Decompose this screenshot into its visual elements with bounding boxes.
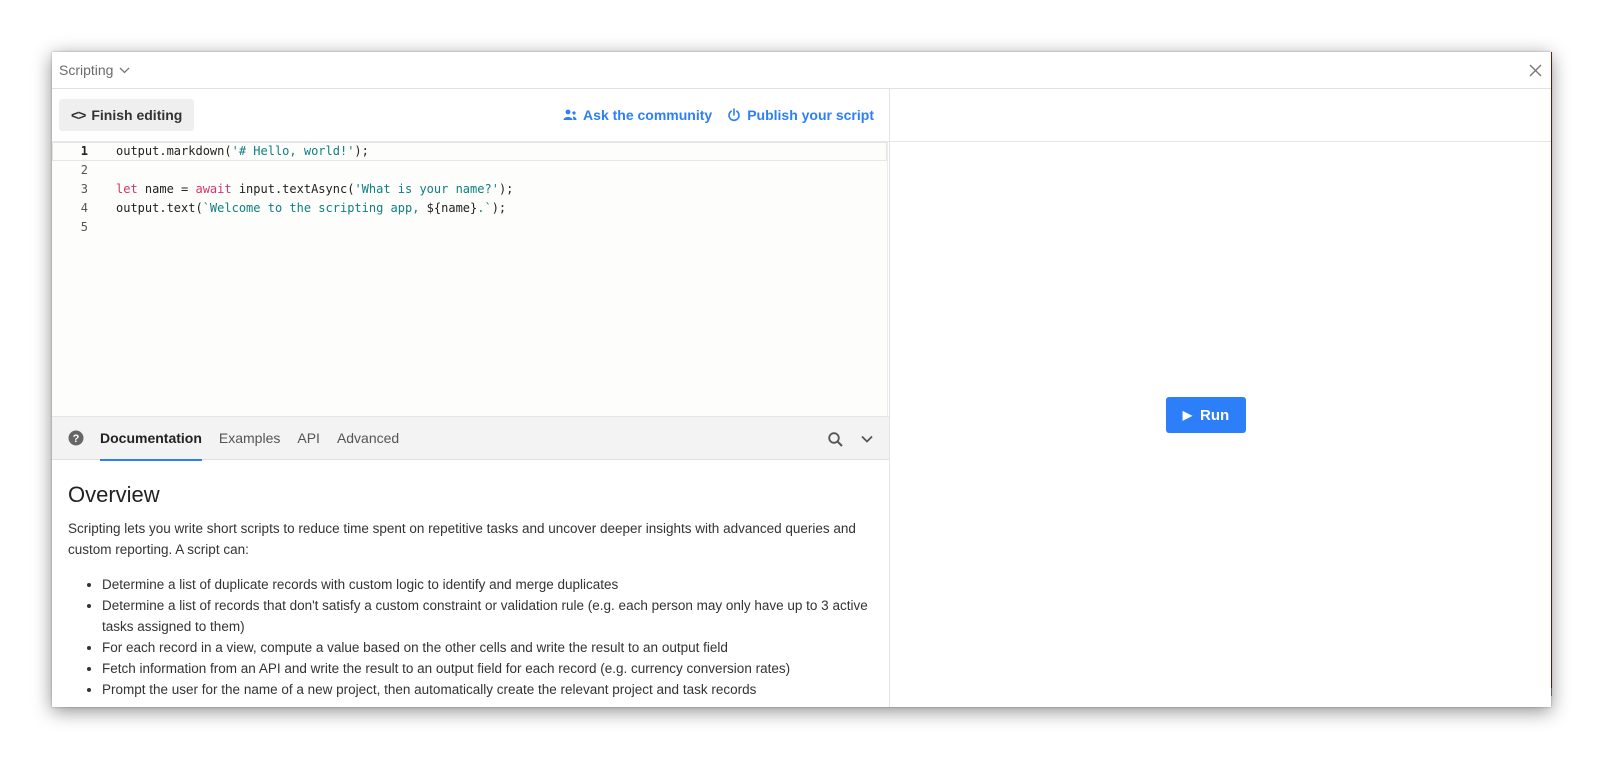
scripting-modal: Scripting <> Finish editing Ask the comm…: [52, 52, 1551, 707]
line-number: 5: [80, 220, 88, 234]
code-text: output.text(`Welcome to the scripting ap…: [116, 201, 507, 215]
svg-text:?: ?: [73, 433, 80, 445]
list-item: Fetch information from an API and write …: [102, 658, 873, 679]
publish-script-link[interactable]: Publish your script: [727, 107, 874, 123]
code-editor[interactable]: 1 output.markdown('# Hello, world!'); 2 …: [52, 142, 888, 416]
code-line: 5: [52, 218, 887, 237]
chevron-down-icon[interactable]: [861, 435, 873, 443]
line-number: 2: [80, 163, 88, 177]
tab-advanced[interactable]: Advanced: [337, 416, 399, 460]
list-item: Determine a list of duplicate records wi…: [102, 574, 873, 595]
code-line: 4 output.text(`Welcome to the scripting …: [52, 199, 887, 218]
list-item: Prompt the user for the name of a new pr…: [102, 679, 873, 700]
help-icon[interactable]: ?: [68, 430, 84, 446]
code-line: 2: [52, 161, 887, 180]
code-line: 1 output.markdown('# Hello, world!');: [52, 142, 887, 161]
line-number: 1: [80, 144, 88, 158]
tab-documentation[interactable]: Documentation: [100, 416, 202, 461]
play-icon: ▶: [1182, 408, 1193, 422]
docs-bullet-list: Determine a list of duplicate records wi…: [68, 574, 873, 700]
code-text: let name = await input.textAsync('What i…: [116, 182, 514, 196]
code-line: 3 let name = await input.textAsync('What…: [52, 180, 887, 199]
line-number: 4: [80, 201, 88, 215]
close-icon[interactable]: [1525, 60, 1545, 80]
app-name-label: Scripting: [59, 62, 114, 78]
run-button[interactable]: ▶ Run: [1166, 397, 1246, 433]
editor-pane: <> Finish editing Ask the community Publ…: [52, 89, 890, 707]
app-name-dropdown[interactable]: Scripting: [59, 62, 130, 78]
chevron-down-icon: [119, 67, 130, 74]
list-item: For each record in a view, compute a val…: [102, 637, 873, 658]
finish-editing-button[interactable]: <> Finish editing: [59, 99, 195, 131]
tab-examples[interactable]: Examples: [219, 416, 280, 460]
finish-editing-label: Finish editing: [91, 107, 183, 123]
output-pane: ▶ Run: [890, 89, 1551, 707]
ask-community-label: Ask the community: [583, 107, 713, 123]
docs-tab-bar: ? Documentation Examples API Advanced: [52, 416, 889, 461]
code-icon: <>: [71, 107, 86, 123]
search-icon[interactable]: [828, 431, 843, 447]
ask-community-link[interactable]: Ask the community: [563, 107, 712, 123]
tab-api[interactable]: API: [297, 416, 320, 460]
people-icon: [563, 109, 577, 120]
code-text: output.markdown('# Hello, world!');: [116, 144, 369, 158]
publish-script-label: Publish your script: [747, 107, 874, 123]
line-number: 3: [80, 182, 88, 196]
editor-toolbar: <> Finish editing Ask the community Publ…: [52, 89, 889, 142]
docs-title: Overview: [68, 482, 160, 507]
title-bar: Scripting: [52, 52, 1551, 89]
list-item: Determine a list of records that don't s…: [102, 595, 873, 637]
docs-intro: Scripting lets you write short scripts t…: [68, 521, 856, 557]
run-label: Run: [1200, 406, 1230, 424]
documentation-panel: Overview Scripting lets you write short …: [52, 460, 889, 707]
power-icon: [728, 108, 740, 122]
output-toolbar: [890, 89, 1551, 142]
